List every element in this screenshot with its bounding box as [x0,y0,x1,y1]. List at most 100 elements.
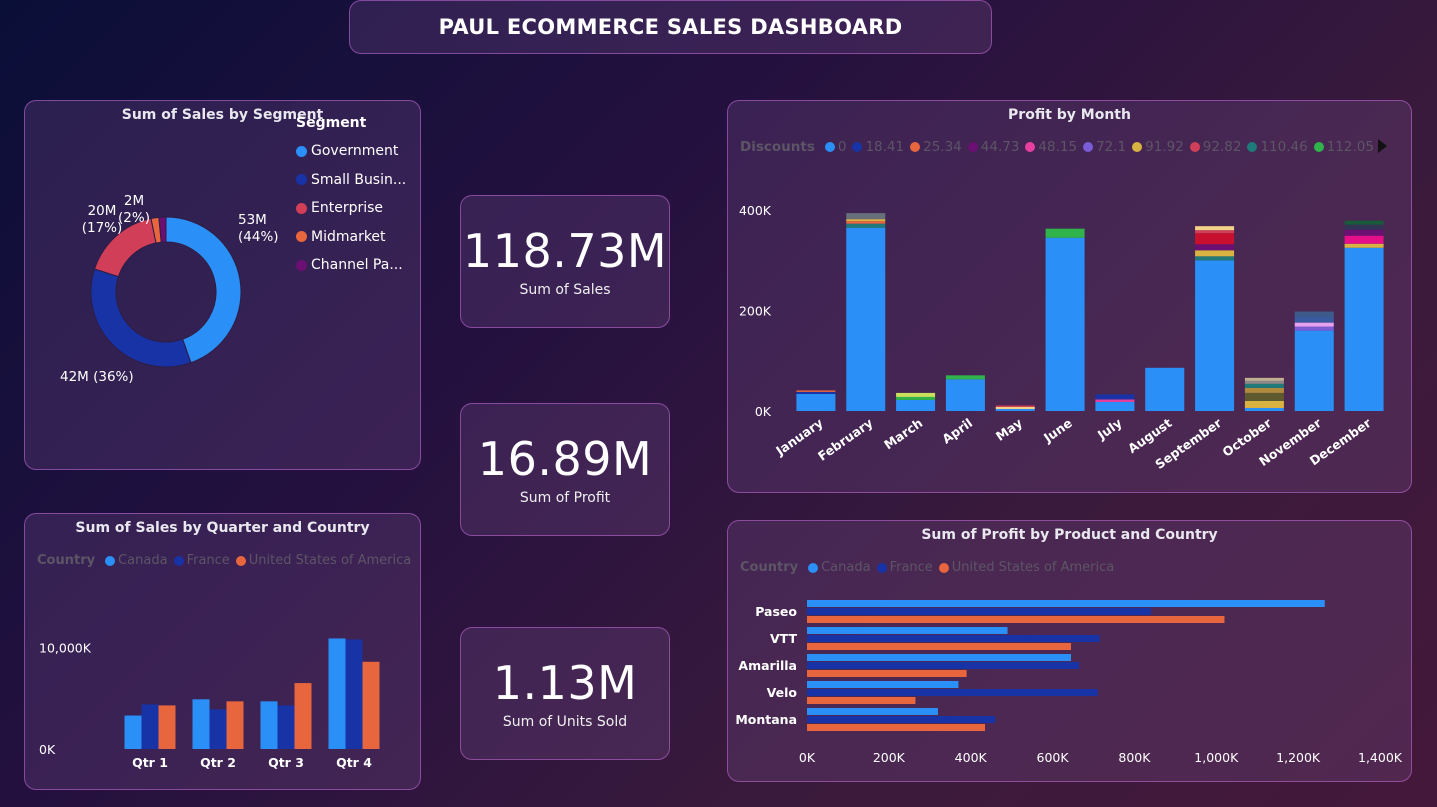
month-bar-segment [1244,392,1284,401]
x-tick-label: July [1094,415,1125,443]
month-bar-segment [1294,326,1334,331]
month-bar-segment [1244,387,1284,393]
quarter-bar [209,709,227,749]
segment-donut-chart[interactable]: 53M(44%) 42M (36%) 20M(17%)2M(2%) [24,140,324,460]
product-bar [807,697,916,704]
month-bar-segment [1244,383,1284,388]
legend-item[interactable]: 92.82 [1189,139,1241,155]
month-bar-segment [1294,322,1334,327]
product-bar [807,643,1071,650]
legend-item[interactable]: 0 [824,139,846,155]
legend-dot [824,142,835,152]
month-bar-segment [1195,260,1235,411]
legend-item[interactable]: France [876,560,933,575]
x-tick-label: March [881,415,925,452]
segment-legend: Segment Government Small Busin... Enterp… [296,115,406,280]
segment-legend-item[interactable]: Government [296,137,406,166]
legend-label: Government [311,143,399,160]
x-tick-label: June [1040,415,1075,446]
quarter-bar [277,705,295,749]
month-bar-segment [1195,244,1235,251]
segment-legend-item[interactable]: Channel Pa... [296,251,406,280]
month-bar-segment [1344,224,1384,230]
legend-item[interactable]: 72.1 [1083,139,1126,155]
legend-item[interactable]: France [173,553,230,568]
legend-label: United States of America [248,553,412,568]
legend-item[interactable]: 44.73 [967,139,1019,155]
quarter-bar-chart[interactable]: 0K 10,000K Qtr 1 Qtr 2 Qtr 3 Qtr 4 [24,585,421,785]
quarter-country-legend: Country Canada France United States of Ame… [37,553,417,568]
month-bar-segment [1244,377,1284,381]
legend-item[interactable]: 91.92 [1132,139,1184,155]
segment-legend-item[interactable]: Midmarket [296,223,406,252]
segment-legend-item[interactable]: Enterprise [296,194,406,223]
y-tick-label: Amarilla [738,658,797,673]
legend-dot [296,174,307,186]
x-tick-label: February [815,415,875,464]
dashboard-title: PAUL ECOMMERCE SALES DASHBOARD [438,15,903,39]
product-bar [807,670,967,677]
legend-next-arrow[interactable] [1378,139,1387,153]
y-tick-label: 0K [39,742,56,757]
donut-data-label: (2%) [118,210,150,226]
discount-legend-title: Discounts [740,139,815,155]
month-bar-segment [945,379,985,411]
x-tick-label: April [939,415,975,446]
legend-label: 48.15 [1038,139,1078,155]
x-tick-label: Qtr 2 [200,755,236,770]
legend-label: 110.46 [1260,139,1308,155]
profit-month-chart[interactable]: 0K200K400KJanuaryFebruary March April May Ju… [727,190,1412,490]
legend-dot [296,145,307,157]
month-bar-segment [995,406,1035,409]
y-tick-label: Velo [767,685,798,700]
legend-dot [296,202,307,214]
segment-legend-title: Segment [296,115,367,131]
x-tick-label: May [993,415,1025,444]
segment-legend-item[interactable]: Small Busin... [296,166,406,195]
month-bar-segment [1195,226,1235,231]
legend-dot [296,259,307,271]
month-bar-segment [1095,401,1135,411]
y-tick-label: 400K [739,203,772,218]
legend-label: Small Busin... [311,171,407,188]
legend-item[interactable]: Canada [105,553,168,568]
legend-label: 18.41 [865,139,905,155]
legend-item[interactable]: 48.15 [1025,139,1077,155]
month-bar-segment [1045,237,1085,411]
month-bar-segment [846,227,886,411]
month-bar-segment [995,405,1035,407]
legend-item[interactable]: 25.34 [910,139,962,155]
legend-item[interactable]: 18.41 [852,139,904,155]
legend-item[interactable]: United States of America [235,553,412,568]
legend-item[interactable]: 110.46 [1247,139,1308,155]
quarter-chart-title: Sum of Sales by Quarter and Country [75,520,370,536]
legend-dot [1132,142,1143,152]
kpi-value: 16.89M [477,431,653,486]
legend-dot [235,555,246,566]
kpi-card-units[interactable]: 1.13M Sum of Units Sold [460,627,670,760]
product-bar [807,724,986,731]
y-tick-label: 0K [755,404,772,419]
legend-dot [852,142,863,152]
discount-legend: Discounts 0 18.41 25.34 44.73 48.15 72.1 91.92… [740,139,1380,155]
legend-label: Midmarket [311,228,386,245]
legend-dot [808,562,819,573]
donut-data-label: (17%) [82,220,123,236]
kpi-card-profit[interactable]: 16.89M Sum of Profit [460,403,670,536]
legend-item[interactable]: Canada [808,560,871,575]
product-bar-chart[interactable]: Paseo VTT Amarilla Velo Montana 0K 200K 400K 600… [727,590,1412,770]
donut-slice [90,268,192,368]
legend-label: Enterprise [311,200,384,217]
month-bar-segment [1145,367,1185,411]
legend-item[interactable]: United States of America [938,560,1114,575]
legend-item[interactable]: 112.05 [1313,139,1374,155]
month-bar-segment [1344,243,1384,248]
quarter-bar [362,661,380,749]
kpi-card-sales[interactable]: 118.73M Sum of Sales [460,195,670,328]
month-bar-segment [1344,220,1384,225]
profit-month-title: Profit by Month [1008,107,1131,123]
quarter-bar [158,705,176,749]
product-bar [807,708,938,715]
quarter-bar [328,638,346,749]
quarter-bar [124,715,142,749]
